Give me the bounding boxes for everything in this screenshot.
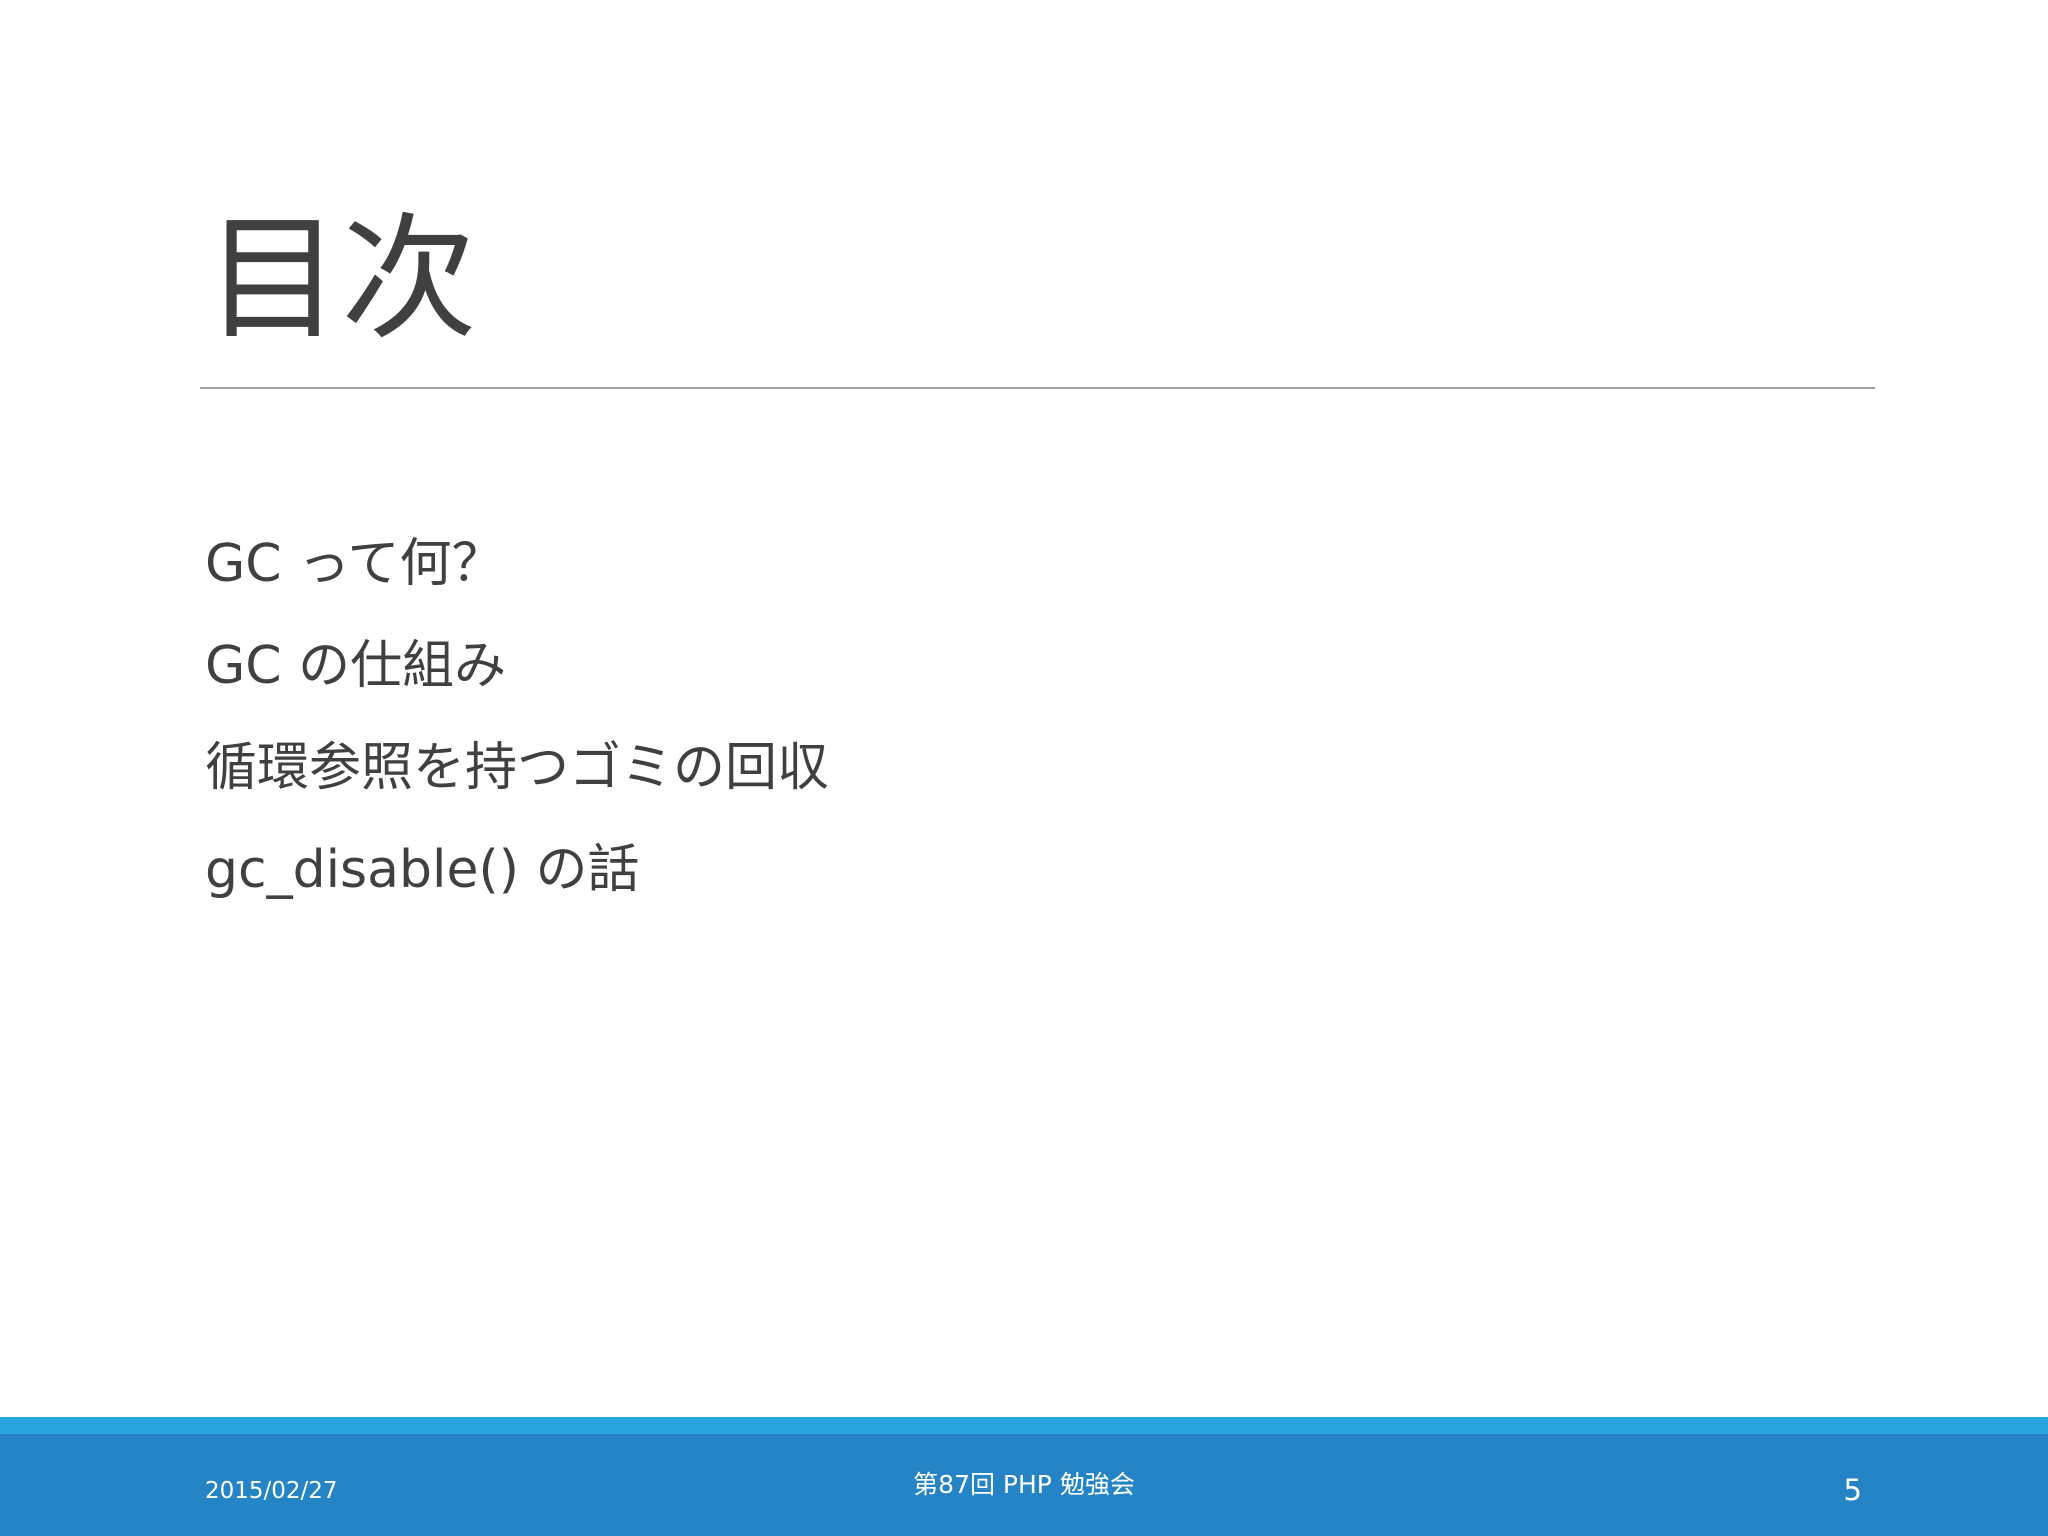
footer-accent-bar [0,1417,2048,1434]
agenda-item: gc_disable() の話 [205,840,640,900]
agenda-item: GC の仕組み [205,636,507,696]
title-divider [200,387,1875,389]
agenda-item: 循環参照を持つゴミの回収 [205,738,830,798]
footer-event-title: 第87回 PHP 勉強会 [913,1470,1135,1499]
page-number: 5 [1843,1473,1862,1507]
agenda-list: GC って何？ GC の仕組み 循環参照を持つゴミの回収 gc_disable(… [205,513,829,921]
footer-bar: 2015/02/27 第87回 PHP 勉強会 5 [0,1434,2048,1536]
agenda-item: GC って何？ [205,534,504,594]
slide-title: 目次 [205,201,477,359]
slide: 目次 GC って何？ GC の仕組み 循環参照を持つゴミの回収 gc_disab… [0,0,2048,1536]
